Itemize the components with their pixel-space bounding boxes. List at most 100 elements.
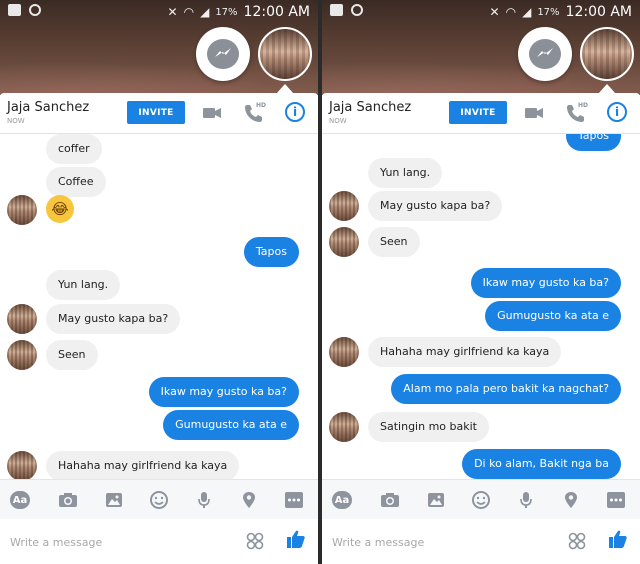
incoming-message[interactable]: May gusto kapa ba? (46, 304, 181, 334)
messenger-icon (207, 39, 239, 69)
sender-avatar[interactable] (329, 412, 359, 442)
outgoing-message[interactable]: Gumugusto ka ata e (163, 410, 299, 440)
message-list[interactable]: coffer Coffee 😂 Tapos Yun lang. May gusto kap… (0, 134, 318, 479)
contact-status: NOW (7, 117, 25, 125)
location-icon[interactable] (561, 490, 581, 510)
signal-icon: ◢ (522, 5, 532, 19)
signal-icon: ◢ (200, 5, 210, 19)
messenger-icon (529, 39, 561, 69)
status-bar: ✕ ◠ ◢ 17% 12:00 AM (322, 0, 640, 24)
battery-level: 17% (215, 6, 238, 18)
incoming-message[interactable]: May gusto kapa ba? (368, 191, 503, 221)
incoming-message[interactable]: Coffee (46, 167, 106, 197)
video-call-icon[interactable] (202, 103, 222, 123)
outgoing-message[interactable]: Ikaw may gusto ka ba? (148, 377, 299, 407)
like-icon[interactable] (608, 529, 628, 549)
record-icon (29, 4, 41, 16)
info-icon[interactable]: i (285, 102, 305, 122)
hd-label: HD (256, 102, 267, 109)
message-list[interactable]: Tapos Yun lang. May gusto kapa ba? Seen Ikaw… (322, 134, 640, 479)
emoji-icon[interactable] (149, 490, 169, 510)
incoming-message[interactable]: Hahaha may girlfriend ka kaya (46, 451, 240, 479)
like-icon[interactable] (286, 529, 306, 549)
chat-card: Jaja Sanchez NOW INVITE HD i coffer Coffe… (0, 93, 318, 564)
mute-icon: ✕ (167, 5, 178, 19)
incoming-message[interactable]: Yun lang. (46, 270, 121, 300)
incoming-message[interactable]: Seen (368, 227, 420, 257)
emoji-icon[interactable] (471, 490, 491, 510)
qr-icon[interactable] (567, 531, 587, 551)
sender-avatar[interactable] (329, 191, 359, 221)
location-icon[interactable] (239, 490, 259, 510)
qr-icon[interactable] (245, 531, 265, 551)
composer (0, 519, 318, 564)
outgoing-message[interactable]: Alam mo pala pero bakit ka nagchat? (391, 374, 621, 404)
composer-toolbar: Aa (0, 479, 318, 519)
sender-avatar[interactable] (7, 304, 37, 334)
sender-avatar[interactable] (329, 227, 359, 257)
aa-label: Aa (332, 491, 352, 509)
text-format-icon[interactable]: Aa (332, 490, 352, 510)
camera-icon[interactable] (380, 490, 400, 510)
outgoing-message[interactable]: Gumugusto ka ata e (485, 301, 621, 331)
gallery-icon[interactable] (426, 490, 446, 510)
microphone-icon[interactable] (194, 490, 214, 510)
sender-avatar[interactable] (7, 195, 37, 225)
message-input[interactable] (10, 531, 210, 553)
laughing-emoji-message[interactable]: 😂 (46, 195, 74, 223)
contact-status: NOW (329, 117, 347, 125)
camera-icon[interactable] (58, 490, 78, 510)
mute-icon: ✕ (489, 5, 500, 19)
outgoing-message[interactable]: Di ko alam, Bakit nga ba (462, 449, 621, 479)
hd-label: HD (578, 102, 589, 109)
phone-hd-icon[interactable]: HD (244, 102, 267, 123)
chat-heads (196, 27, 312, 81)
more-icon[interactable] (606, 490, 626, 510)
incoming-message[interactable]: Seen (46, 340, 98, 370)
incoming-message[interactable]: Satingin mo bakit (368, 412, 489, 442)
incoming-message[interactable]: coffer (46, 134, 102, 164)
chat-card: Jaja Sanchez NOW INVITE HD i Tapos Yun la… (322, 93, 640, 564)
chat-header: Jaja Sanchez NOW INVITE HD i (0, 93, 318, 133)
notification-icon (330, 4, 343, 16)
contact-chat-head[interactable] (258, 27, 312, 81)
message-input[interactable] (332, 531, 532, 553)
clock: 12:00 AM (565, 4, 632, 20)
wifi-icon: ◠ (505, 5, 517, 19)
record-icon (351, 4, 363, 16)
text-format-icon[interactable]: Aa (10, 490, 30, 510)
video-call-icon[interactable] (524, 103, 544, 123)
outgoing-message[interactable]: Tapos (243, 237, 299, 267)
contact-name[interactable]: Jaja Sanchez (329, 100, 411, 115)
outgoing-message[interactable]: Tapos (565, 134, 621, 151)
sender-avatar[interactable] (7, 451, 37, 479)
screenshot-right: ✕ ◠ ◢ 17% 12:00 AM Jaja Sanchez NOW INVI… (322, 0, 640, 564)
incoming-message[interactable]: Yun lang. (368, 158, 443, 188)
gallery-icon[interactable] (104, 490, 124, 510)
sender-avatar[interactable] (329, 337, 359, 367)
contact-name[interactable]: Jaja Sanchez (7, 100, 89, 115)
invite-button[interactable]: INVITE (127, 101, 185, 124)
invite-button[interactable]: INVITE (449, 101, 507, 124)
battery-level: 17% (537, 6, 560, 18)
microphone-icon[interactable] (516, 490, 536, 510)
chat-header: Jaja Sanchez NOW INVITE HD i (322, 93, 640, 133)
composer-toolbar: Aa (322, 479, 640, 519)
more-icon[interactable] (284, 490, 304, 510)
info-icon[interactable]: i (607, 102, 627, 122)
chat-heads (518, 27, 634, 81)
composer (322, 519, 640, 564)
status-bar: ✕ ◠ ◢ 17% 12:00 AM (0, 0, 318, 24)
phone-hd-icon[interactable]: HD (566, 102, 589, 123)
contact-chat-head[interactable] (580, 27, 634, 81)
outgoing-message[interactable]: Ikaw may gusto ka ba? (470, 268, 621, 298)
screenshot-left: ✕ ◠ ◢ 17% 12:00 AM Jaja Sanchez NOW INVI… (0, 0, 318, 564)
wifi-icon: ◠ (183, 5, 195, 19)
clock: 12:00 AM (243, 4, 310, 20)
sender-avatar[interactable] (7, 340, 37, 370)
aa-label: Aa (10, 491, 30, 509)
incoming-message[interactable]: Hahaha may girlfriend ka kaya (368, 337, 562, 367)
messenger-chat-head[interactable] (196, 27, 250, 81)
messenger-chat-head[interactable] (518, 27, 572, 81)
notification-icon (8, 4, 21, 16)
